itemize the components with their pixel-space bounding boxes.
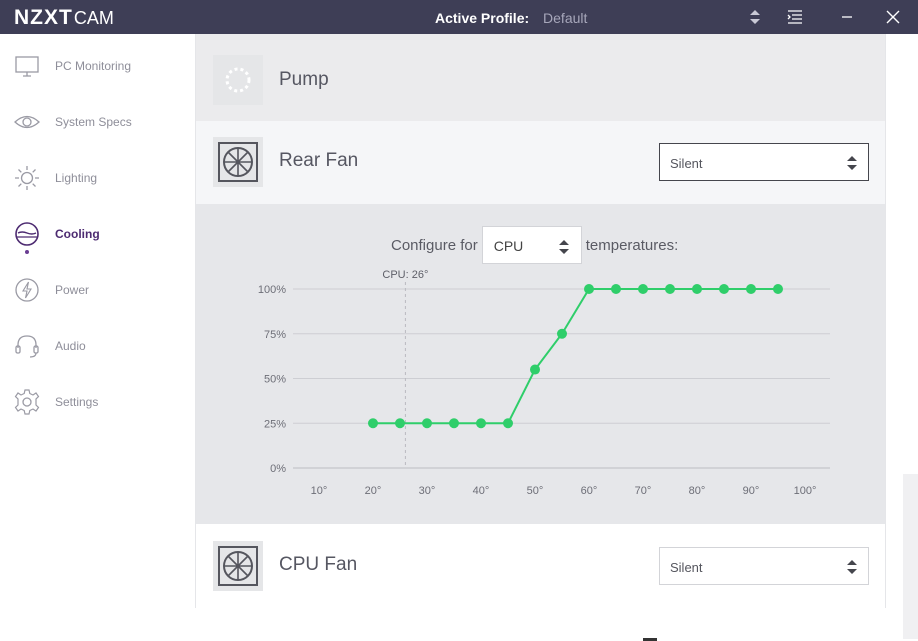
rear-fan-mode-select[interactable]: Silent — [659, 143, 869, 181]
y-tick-label: 75% — [264, 329, 286, 341]
x-tick-label: 50° — [527, 485, 544, 497]
cpu-fan-mode-select[interactable]: Silent — [659, 547, 869, 585]
y-tick-label: 50% — [264, 374, 286, 386]
sidebar-item-label: Lighting — [55, 171, 98, 185]
eye-icon — [13, 108, 41, 136]
y-tick-label: 100% — [258, 284, 286, 296]
sort-arrows-icon[interactable] — [745, 7, 765, 27]
x-tick-label: 40° — [473, 485, 490, 497]
fan-icon — [213, 137, 263, 187]
rear-fan-mode-value: Silent — [670, 156, 703, 171]
curve-point[interactable] — [584, 284, 594, 294]
curve-point[interactable] — [638, 284, 648, 294]
curve-point[interactable] — [611, 284, 621, 294]
sidebar-item-label: PC Monitoring — [55, 59, 132, 73]
app-logo: NZXT CAM — [14, 6, 114, 30]
y-tick-label: 0% — [270, 463, 286, 475]
sidebar-item-settings[interactable]: Settings — [0, 380, 195, 426]
select-arrows-icon — [847, 156, 857, 170]
active-profile-label: Active Profile: — [435, 10, 530, 26]
fan-curve-line — [373, 288, 778, 425]
curve-point[interactable] — [557, 328, 567, 339]
pump-icon — [213, 55, 263, 105]
active-profile-value[interactable]: Default — [543, 10, 587, 26]
fan-curve-chart[interactable]: 0% 25% 50% 75% 100% 10° 20° 30° 40° 50° 60° 70° 80° 9… — [196, 204, 885, 524]
select-arrows-icon — [847, 560, 857, 574]
current-temp-label: CPU: 26° — [382, 269, 428, 281]
active-indicator — [25, 250, 29, 254]
power-icon — [13, 276, 41, 304]
rear-fan-row[interactable]: Rear Fan Silent — [196, 121, 885, 204]
x-tick-label: 10° — [311, 485, 328, 497]
headset-icon — [13, 332, 41, 360]
x-tick-label: 20° — [365, 485, 382, 497]
sidebar: PC Monitoring System Specs Lighting Cool… — [0, 34, 195, 641]
curve-point[interactable] — [665, 284, 675, 294]
scrollbar[interactable] — [903, 474, 918, 639]
gear-icon — [13, 388, 41, 416]
fan-icon — [213, 541, 263, 591]
monitor-icon — [13, 52, 41, 80]
rear-fan-title: Rear Fan — [279, 150, 359, 171]
curve-point[interactable] — [530, 364, 540, 375]
curve-point[interactable] — [368, 418, 378, 429]
sidebar-item-system-specs[interactable]: System Specs — [0, 100, 195, 146]
cpu-fan-row[interactable]: CPU Fan Silent — [196, 524, 885, 608]
y-tick-label: 25% — [264, 418, 286, 430]
sidebar-item-lighting[interactable]: Lighting — [0, 156, 195, 202]
x-tick-label: 90° — [743, 485, 760, 497]
curve-point[interactable] — [476, 418, 486, 429]
curve-point[interactable] — [719, 284, 729, 294]
sidebar-item-label: Settings — [55, 395, 99, 409]
sidebar-item-cooling[interactable]: Cooling — [0, 212, 195, 258]
fan-curve-panel: Configure for CPU temperatures: 0% 25% 50%… — [196, 204, 885, 524]
active-profile[interactable]: Active Profile: Default — [435, 10, 587, 26]
menu-icon[interactable] — [785, 7, 805, 27]
curve-point[interactable] — [746, 284, 756, 294]
curve-point[interactable] — [395, 418, 405, 429]
pump-title: Pump — [279, 69, 329, 90]
title-bar: NZXT CAM Active Profile: Default — [0, 0, 918, 34]
brand-main: NZXT — [14, 6, 73, 29]
x-tick-label: 60° — [581, 485, 598, 497]
close-icon[interactable] — [883, 7, 903, 27]
pump-row[interactable]: Pump — [196, 34, 885, 121]
brand-sub: CAM — [73, 8, 114, 28]
sidebar-item-power[interactable]: Power — [0, 268, 195, 314]
curve-point[interactable] — [422, 418, 432, 429]
curve-point[interactable] — [692, 284, 702, 294]
cooling-icon — [13, 220, 41, 248]
cpu-fan-mode-value: Silent — [670, 560, 703, 575]
x-tick-label: 80° — [689, 485, 706, 497]
x-tick-label: 30° — [419, 485, 436, 497]
cooling-panel: Pump Rear Fan Silent Configure for CPU t… — [195, 34, 886, 608]
sun-icon — [13, 164, 41, 192]
cpu-fan-title: CPU Fan — [279, 554, 358, 575]
minimize-icon[interactable] — [837, 7, 857, 27]
sidebar-item-label: Audio — [55, 339, 86, 353]
x-tick-label: 100° — [794, 485, 817, 497]
x-tick-label: 70° — [635, 485, 652, 497]
sidebar-item-label: System Specs — [55, 115, 132, 129]
curve-point[interactable] — [503, 418, 513, 429]
curve-point[interactable] — [449, 418, 459, 429]
curve-point[interactable] — [773, 284, 783, 294]
sidebar-item-label: Power — [55, 283, 90, 297]
sidebar-item-audio[interactable]: Audio — [0, 324, 195, 370]
sidebar-item-label: Cooling — [55, 227, 100, 241]
sidebar-item-pc-monitoring[interactable]: PC Monitoring — [0, 44, 195, 90]
